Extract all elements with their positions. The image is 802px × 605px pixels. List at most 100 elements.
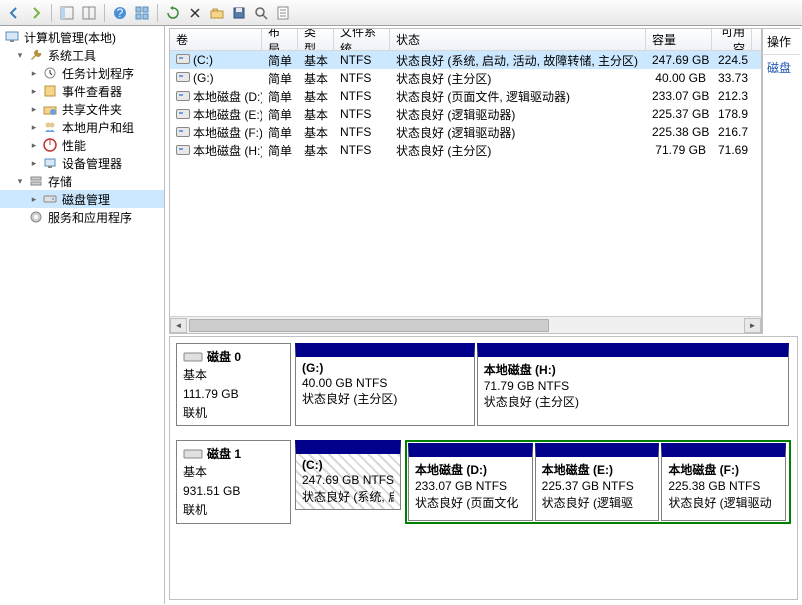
partition-box[interactable]: 本地磁盘 (D:)233.07 GB NTFS状态良好 (页面文化 [408,443,533,520]
expand-icon[interactable]: ▸ [28,193,40,205]
refresh-button[interactable] [163,3,183,23]
tree-item-clock[interactable]: ▸任务计划程序 [0,64,164,82]
find-button[interactable] [251,3,271,23]
tree-item-event[interactable]: ▸事件查看器 [0,82,164,100]
vol-layout: 简单 [262,141,298,160]
disk-row: 磁盘 1基本931.51 GB联机(C:)247.69 GB NTFS状态良好 … [176,440,791,523]
partition-box[interactable]: (C:)247.69 GB NTFS状态良好 (系统, 启 [295,440,401,509]
volume-row[interactable]: 本地磁盘 (E:)简单基本NTFS状态良好 (逻辑驱动器)225.37 GB17… [170,105,761,123]
forward-button[interactable] [26,3,46,23]
expand-icon[interactable]: ▸ [28,103,40,115]
partition-status: 状态良好 (主分区) [302,391,468,407]
scroll-thumb[interactable] [189,319,549,332]
partition-box[interactable]: 本地磁盘 (E:)225.37 GB NTFS状态良好 (逻辑驱 [535,443,660,520]
col-free[interactable]: 可用空 [712,29,752,50]
expand-icon[interactable]: ▸ [28,139,40,151]
scroll-right-icon[interactable]: ► [744,318,761,333]
col-filesystem[interactable]: 文件系统 [334,29,390,50]
partition-box[interactable]: (G:)40.00 GB NTFS状态良好 (主分区) [295,343,475,426]
delete-button[interactable] [185,3,205,23]
tree-item-services[interactable]: 服务和应用程序 [0,208,164,226]
disk-info[interactable]: 磁盘 0基本111.79 GB联机 [176,343,291,426]
tree-item-share[interactable]: ▸共享文件夹 [0,100,164,118]
partition-title: 本地磁盘 (H:) [484,361,782,378]
expand-icon[interactable]: ▸ [28,121,40,133]
tree-item-disk[interactable]: ▸磁盘管理 [0,190,164,208]
scroll-left-icon[interactable]: ◄ [170,318,187,333]
vol-type: 基本 [298,105,334,124]
expand-icon[interactable]: ▸ [28,157,40,169]
expand-icon[interactable]: ▸ [28,85,40,97]
partition-status: 状态良好 (主分区) [484,394,782,410]
vol-free: 216.7 [712,124,752,140]
help-button[interactable]: ? [110,3,130,23]
expand-icon[interactable]: ▸ [28,67,40,79]
tile-button[interactable] [132,3,152,23]
expand-icon[interactable]: ▾ [14,49,26,61]
vol-type: 基本 [298,123,334,142]
tree-root-item[interactable]: 计算机管理(本地) [0,28,164,46]
tree-item-device[interactable]: ▸设备管理器 [0,154,164,172]
disk-title: 磁盘 0 [207,348,241,365]
volume-row[interactable]: (C:)简单基本NTFS状态良好 (系统, 启动, 活动, 故障转储, 主分区)… [170,51,761,69]
vol-free: 224.5 [712,52,752,68]
toolbar: ? [0,0,802,26]
partition-box[interactable]: 本地磁盘 (H:)71.79 GB NTFS状态良好 (主分区) [477,343,789,426]
open-button[interactable] [207,3,227,23]
partition-title: (G:) [302,361,468,375]
partition-title: 本地磁盘 (E:) [542,461,653,478]
partition-strip: (C:)247.69 GB NTFS状态良好 (系统, 启本地磁盘 (D:)23… [295,440,791,523]
tree-item-wrench[interactable]: ▾系统工具 [0,46,164,64]
col-volume[interactable]: 卷 [170,29,262,50]
h-scrollbar[interactable]: ◄ ► [170,316,761,333]
tree-item-storage[interactable]: ▾存储 [0,172,164,190]
extended-partition: 本地磁盘 (D:)233.07 GB NTFS状态良好 (页面文化本地磁盘 (E… [405,440,791,523]
properties-button[interactable] [273,3,293,23]
volume-row[interactable]: 本地磁盘 (D:)简单基本NTFS状态良好 (页面文件, 逻辑驱动器)233.0… [170,87,761,105]
volume-row[interactable]: (G:)简单基本NTFS状态良好 (主分区)40.00 GB33.73 [170,69,761,87]
computer-icon [4,29,20,45]
disk-icon [42,191,58,207]
vol-capacity: 225.38 GB [646,124,712,140]
volume-row[interactable]: 本地磁盘 (F:)简单基本NTFS状态良好 (逻辑驱动器)225.38 GB21… [170,123,761,141]
separator [104,4,105,22]
partition-size: 71.79 GB NTFS [484,378,782,394]
back-button[interactable] [4,3,24,23]
disk-title: 磁盘 1 [207,445,241,462]
vol-layout: 简单 [262,87,298,106]
tree-item-perf[interactable]: ▸性能 [0,136,164,154]
disk-type: 基本 [183,367,284,384]
col-capacity[interactable]: 容量 [646,29,712,50]
col-type[interactable]: 类型 [298,29,334,50]
col-layout[interactable]: 布局 [262,29,298,50]
services-icon [28,209,44,225]
storage-icon [28,173,44,189]
partition-box[interactable]: 本地磁盘 (F:)225.38 GB NTFS状态良好 (逻辑驱动 [661,443,786,520]
partition-status: 状态良好 (逻辑驱动 [668,495,779,511]
tree-item-users[interactable]: ▸本地用户和组 [0,118,164,136]
separator [51,4,52,22]
partition-size: 225.37 GB NTFS [542,478,653,494]
disk-icon [183,349,203,365]
volume-row[interactable]: 本地磁盘 (H:)简单基本NTFS状态良好 (主分区)71.79 GB71.69 [170,141,761,159]
svg-text:?: ? [117,6,124,20]
actions-link[interactable]: 磁盘 [763,55,800,80]
drive-icon [176,54,190,64]
vol-status: 状态良好 (系统, 启动, 活动, 故障转储, 主分区) [390,51,646,70]
drive-icon [176,72,190,82]
vol-status: 状态良好 (页面文件, 逻辑驱动器) [390,87,646,106]
vol-name: (C:) [170,52,262,68]
expand-icon[interactable]: ▾ [14,175,26,187]
show-tree-button[interactable] [57,3,77,23]
vol-name: 本地磁盘 (D:) [170,87,262,106]
disk-info[interactable]: 磁盘 1基本931.51 GB联机 [176,440,291,523]
col-status[interactable]: 状态 [390,29,646,50]
save-button[interactable] [229,3,249,23]
split-view-button[interactable] [79,3,99,23]
vol-fs: NTFS [334,106,390,122]
partition-size: 247.69 GB NTFS [302,472,394,488]
vol-type: 基本 [298,69,334,88]
partition-size: 40.00 GB NTFS [302,375,468,391]
vol-free: 178.9 [712,106,752,122]
nav-tree-panel: 计算机管理(本地)▾系统工具▸任务计划程序▸事件查看器▸共享文件夹▸本地用户和组… [0,26,165,604]
